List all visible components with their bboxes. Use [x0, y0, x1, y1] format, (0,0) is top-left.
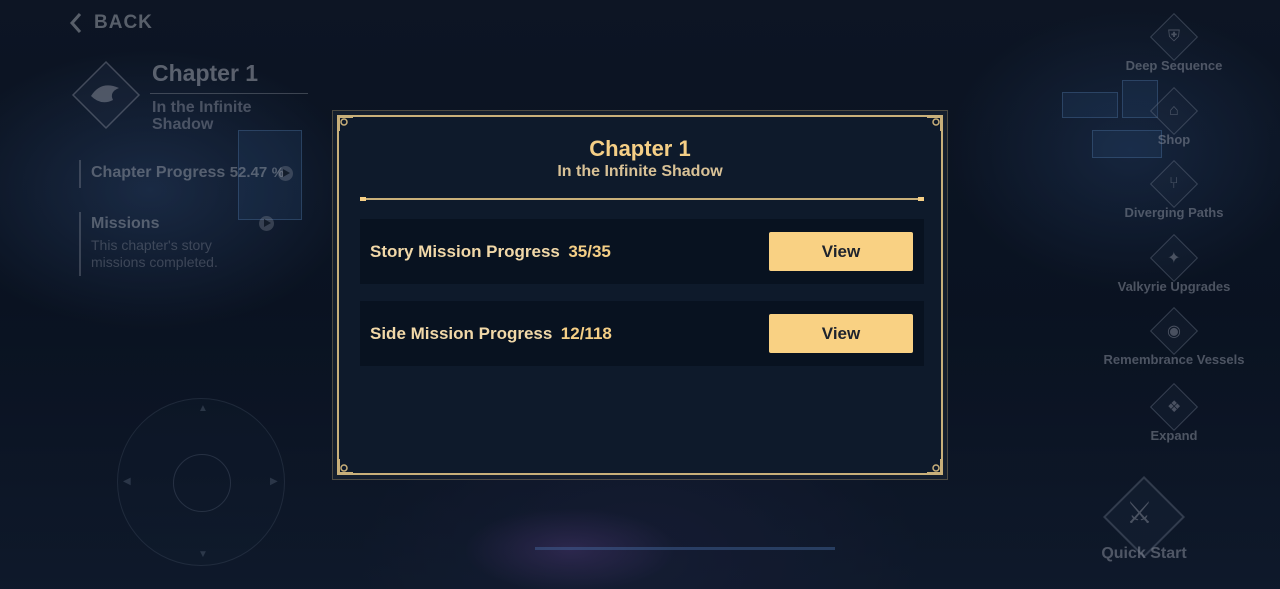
side-mission-label: Side Mission Progress	[370, 323, 553, 343]
side-mission-value: 12/118	[560, 323, 612, 343]
story-mission-view-button[interactable]: View	[769, 232, 913, 271]
corner-ornament-icon	[927, 459, 942, 474]
corner-ornament-icon	[338, 116, 353, 131]
dialog-subtitle: In the Infinite Shadow	[557, 163, 723, 180]
dialog-divider	[360, 197, 924, 201]
story-mission-row: Story Mission Progress 35/35 View	[360, 219, 924, 284]
corner-ornament-icon	[927, 116, 942, 131]
dialog-title: Chapter 1	[589, 136, 691, 161]
side-mission-row: Side Mission Progress 12/118 View	[360, 301, 924, 366]
story-mission-label: Story Mission Progress	[370, 241, 560, 261]
story-mission-value: 35/35	[568, 241, 611, 261]
row-text: Side Mission Progress 12/118	[370, 324, 612, 344]
row-text: Story Mission Progress 35/35	[370, 242, 611, 262]
corner-ornament-icon	[338, 459, 353, 474]
side-mission-view-button[interactable]: View	[769, 314, 913, 353]
chapter-progress-dialog: Chapter 1 In the Infinite Shadow Story M…	[337, 115, 943, 475]
